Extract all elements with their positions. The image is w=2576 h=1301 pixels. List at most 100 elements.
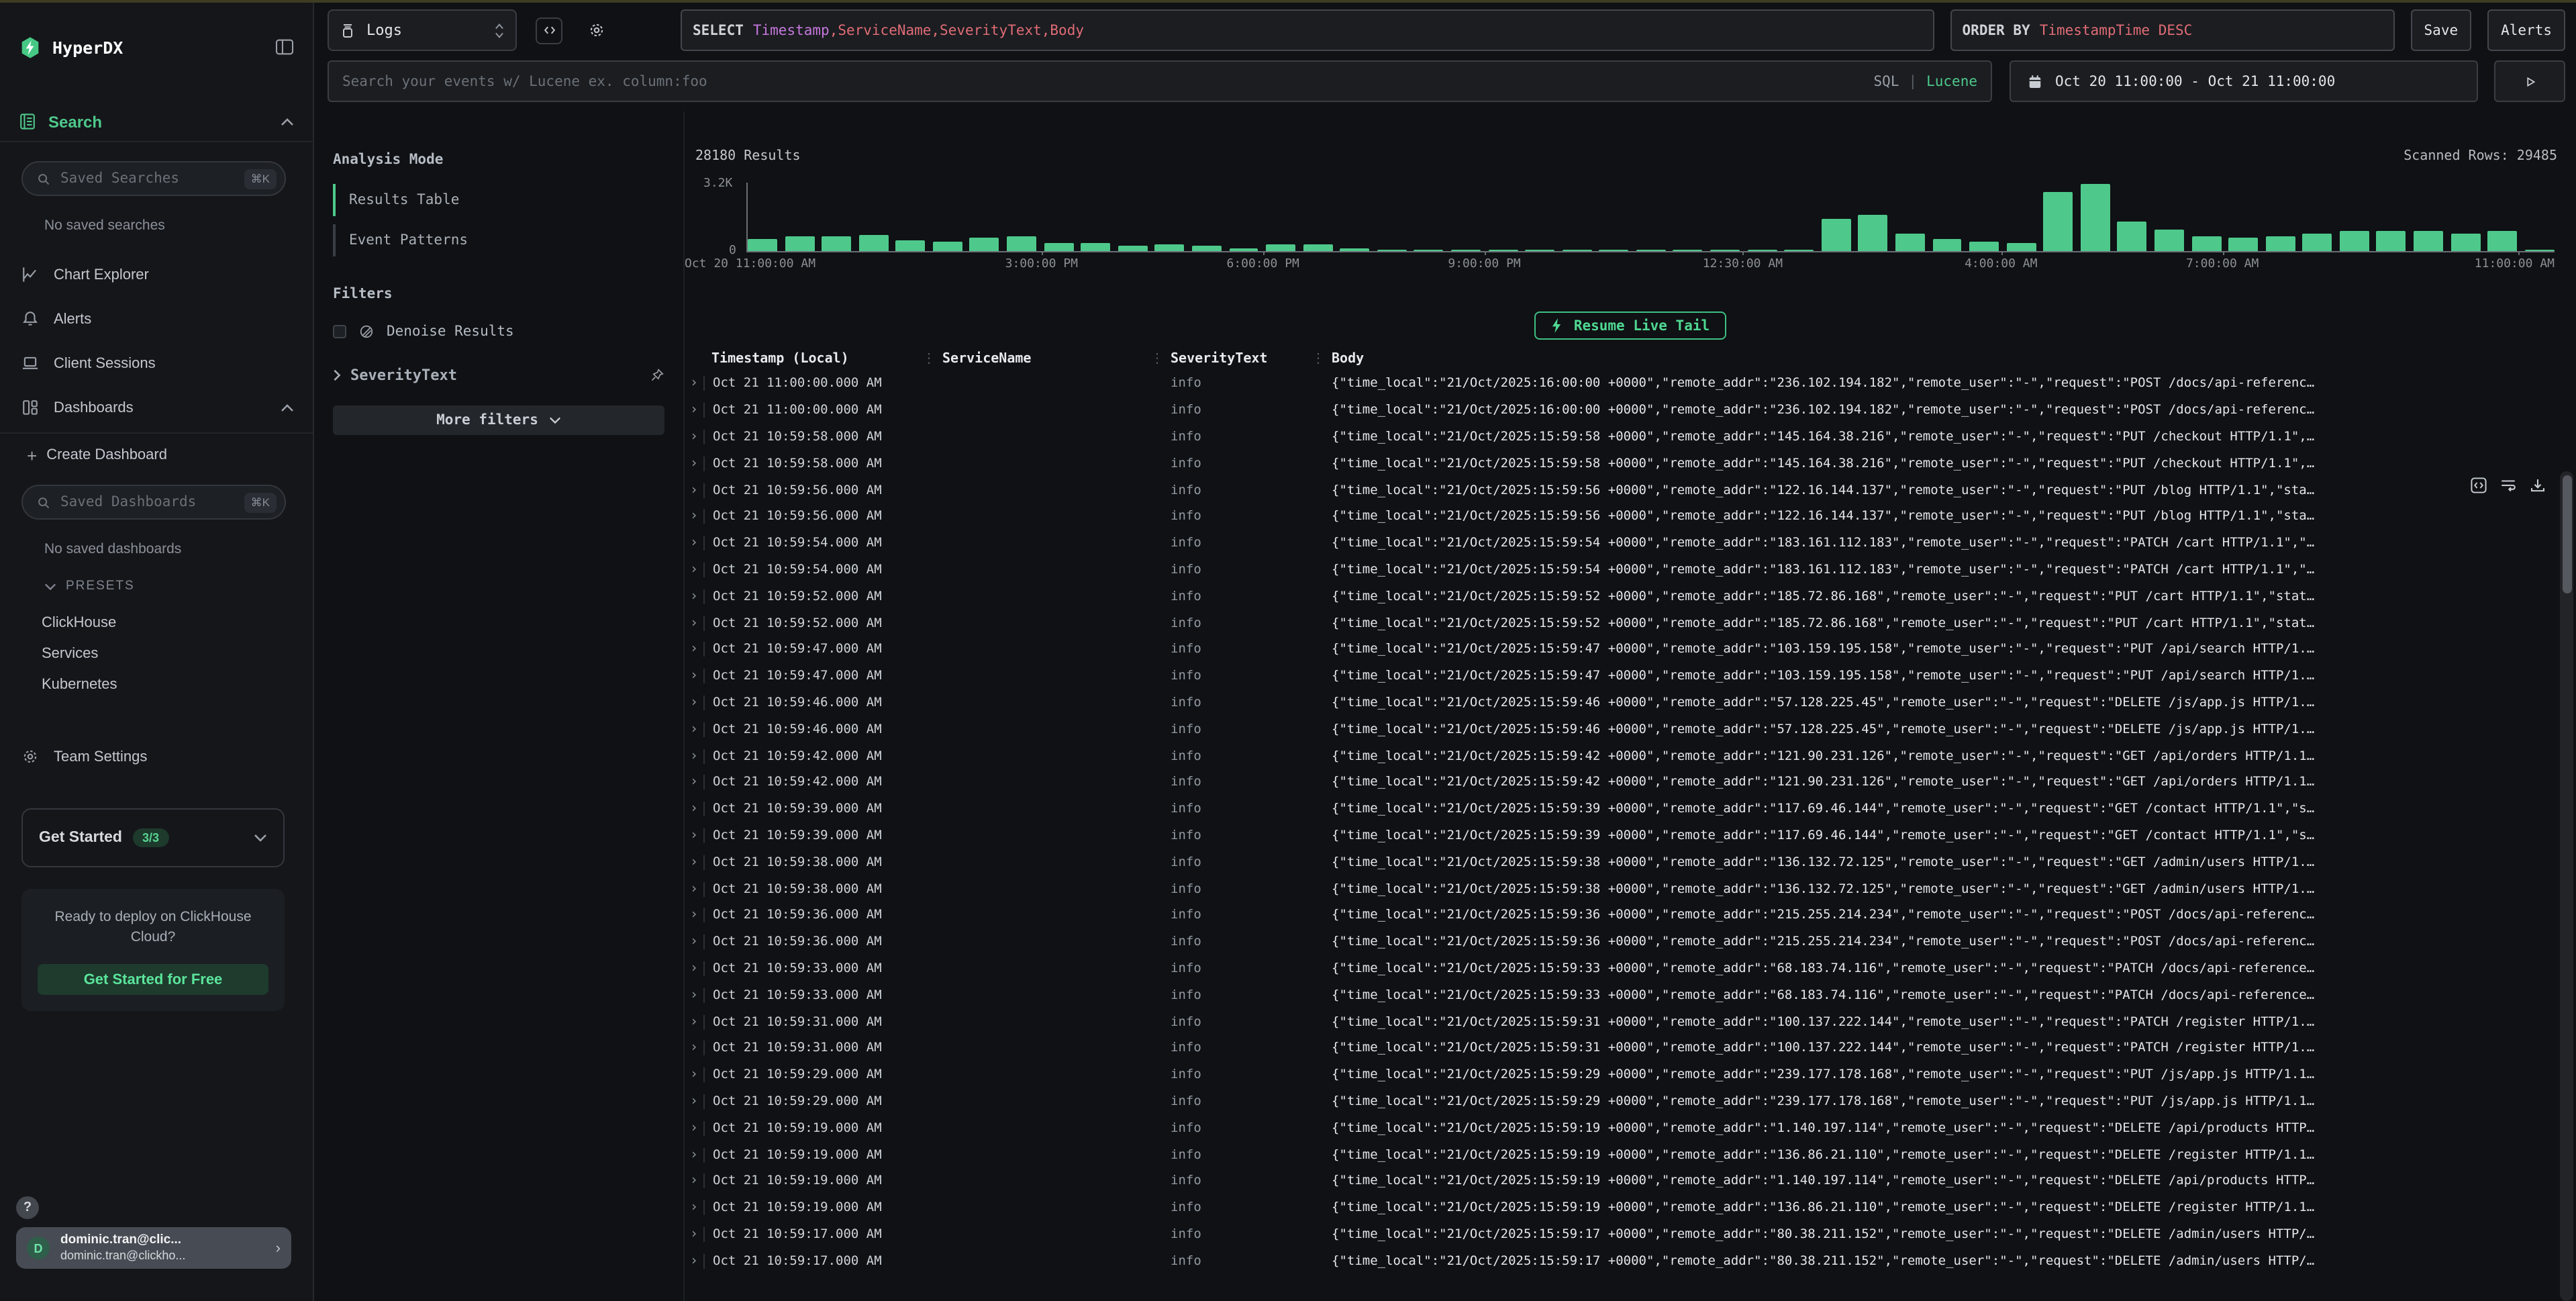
- histogram-bar[interactable]: [1340, 248, 1370, 251]
- sidebar-item-team-settings[interactable]: Team Settings: [0, 734, 313, 779]
- table-row[interactable]: Oct 21 10:59:29.000 AMinfo{"time_local":…: [685, 1061, 2576, 1088]
- row-expand-chevron-icon[interactable]: [685, 536, 703, 550]
- row-expand-chevron-icon[interactable]: [685, 1147, 703, 1162]
- table-row[interactable]: Oct 21 10:59:47.000 AMinfo{"time_local":…: [685, 663, 2576, 690]
- row-expand-chevron-icon[interactable]: [685, 1174, 703, 1189]
- histogram-bar[interactable]: [2043, 192, 2073, 251]
- histogram-bar[interactable]: [1007, 236, 1036, 251]
- chevron-up-icon[interactable]: [281, 117, 294, 126]
- histogram-bar[interactable]: [858, 235, 888, 251]
- order-by-input[interactable]: ORDER BYTimestampTime DESC: [1950, 9, 2395, 51]
- column-resize-handle[interactable]: ⋮: [1150, 351, 1164, 366]
- histogram-bar[interactable]: [1229, 248, 1258, 251]
- histogram-bar[interactable]: [2081, 184, 2110, 251]
- mode-event-patterns[interactable]: Event Patterns: [333, 224, 664, 256]
- table-row[interactable]: Oct 21 10:59:36.000 AMinfo{"time_local":…: [685, 902, 2576, 929]
- row-expand-chevron-icon[interactable]: [685, 642, 703, 657]
- sidebar-item-kubernetes[interactable]: Kubernetes: [0, 669, 313, 700]
- save-button[interactable]: Save: [2411, 9, 2472, 51]
- row-expand-chevron-icon[interactable]: [685, 403, 703, 418]
- histogram-bar[interactable]: [933, 242, 962, 251]
- user-menu[interactable]: D dominic.tran@clic... dominic.tran@clic…: [16, 1227, 291, 1269]
- table-scrollbar[interactable]: [2560, 471, 2573, 1301]
- time-range-picker[interactable]: Oct 20 11:00:00 - Oct 21 11:00:00: [2010, 60, 2478, 102]
- row-expand-chevron-icon[interactable]: [685, 881, 703, 896]
- mode-lucene-toggle[interactable]: Lucene: [1926, 73, 1977, 89]
- histogram-bar[interactable]: [1710, 250, 1740, 251]
- table-row[interactable]: Oct 21 10:59:42.000 AMinfo{"time_local":…: [685, 742, 2576, 769]
- table-row[interactable]: Oct 21 10:59:38.000 AMinfo{"time_local":…: [685, 849, 2576, 876]
- row-expand-chevron-icon[interactable]: [685, 1014, 703, 1029]
- histogram-bar[interactable]: [2487, 231, 2517, 251]
- histogram-bar[interactable]: [1747, 250, 1777, 251]
- table-row[interactable]: Oct 21 10:59:46.000 AMinfo{"time_local":…: [685, 716, 2576, 743]
- table-row[interactable]: Oct 21 10:59:38.000 AMinfo{"time_local":…: [685, 875, 2576, 902]
- histogram-bar[interactable]: [1859, 215, 1888, 251]
- row-expand-chevron-icon[interactable]: [685, 722, 703, 737]
- chevron-up-icon[interactable]: [281, 403, 294, 412]
- column-header-servicename[interactable]: ServiceName: [942, 351, 1031, 366]
- table-row[interactable]: Oct 21 10:59:19.000 AMinfo{"time_local":…: [685, 1168, 2576, 1195]
- histogram-bar[interactable]: [2340, 231, 2369, 251]
- table-row[interactable]: Oct 21 10:59:58.000 AMinfo{"time_local":…: [685, 424, 2576, 450]
- row-expand-chevron-icon[interactable]: [685, 695, 703, 710]
- table-row[interactable]: Oct 21 11:00:00.000 AMinfo{"time_local":…: [685, 397, 2576, 424]
- pin-icon[interactable]: [650, 368, 664, 383]
- row-expand-chevron-icon[interactable]: [685, 1227, 703, 1242]
- histogram-bar[interactable]: [2191, 236, 2221, 251]
- severity-filter-group[interactable]: SeverityText: [333, 367, 664, 384]
- source-select[interactable]: Logs: [328, 9, 517, 51]
- denoise-results-checkbox-row[interactable]: Denoise Results: [333, 324, 664, 340]
- histogram-bar[interactable]: [1969, 242, 1999, 251]
- help-button[interactable]: ?: [16, 1196, 39, 1219]
- histogram-bar[interactable]: [1932, 239, 1962, 251]
- histogram-bar[interactable]: [1266, 244, 1295, 251]
- table-row[interactable]: Oct 21 10:59:47.000 AMinfo{"time_local":…: [685, 636, 2576, 663]
- download-icon[interactable]: [2529, 477, 2546, 494]
- search-input[interactable]: [342, 73, 1863, 89]
- row-expand-chevron-icon[interactable]: [685, 987, 703, 1002]
- row-expand-chevron-icon[interactable]: [685, 775, 703, 790]
- saved-searches-field[interactable]: [60, 171, 235, 187]
- histogram-bar[interactable]: [2450, 234, 2480, 251]
- column-header-timestamp[interactable]: Timestamp (Local): [711, 351, 849, 366]
- row-expand-chevron-icon[interactable]: [685, 1120, 703, 1135]
- table-row[interactable]: Oct 21 10:59:54.000 AMinfo{"time_local":…: [685, 530, 2576, 557]
- histogram-bar[interactable]: [2377, 231, 2406, 251]
- histogram-bar[interactable]: [2525, 250, 2555, 251]
- histogram-bar[interactable]: [1784, 250, 1814, 251]
- table-row[interactable]: Oct 21 10:59:33.000 AMinfo{"time_local":…: [685, 955, 2576, 982]
- code-brackets-icon[interactable]: [2470, 477, 2487, 494]
- saved-dashboards-field[interactable]: [60, 494, 235, 510]
- histogram-bar[interactable]: [1192, 246, 1222, 251]
- column-header-severitytext[interactable]: SeverityText: [1171, 351, 1268, 366]
- more-filters-button[interactable]: More filters: [333, 405, 664, 435]
- histogram-bar[interactable]: [1155, 244, 1185, 251]
- histogram-bar[interactable]: [1118, 246, 1148, 251]
- histogram-bar[interactable]: [1303, 244, 1332, 251]
- table-row[interactable]: Oct 21 10:59:56.000 AMinfo{"time_local":…: [685, 503, 2576, 530]
- event-search-box[interactable]: SQL | Lucene: [328, 60, 1992, 102]
- row-expand-chevron-icon[interactable]: [685, 855, 703, 869]
- row-expand-chevron-icon[interactable]: [685, 563, 703, 577]
- table-row[interactable]: Oct 21 10:59:19.000 AMinfo{"time_local":…: [685, 1141, 2576, 1168]
- table-row[interactable]: Oct 21 11:00:00.000 AMinfo{"time_local":…: [685, 371, 2576, 397]
- sidebar-item-chart-explorer[interactable]: Chart Explorer: [0, 252, 313, 297]
- row-expand-chevron-icon[interactable]: [685, 1041, 703, 1056]
- mode-sql-toggle[interactable]: SQL: [1874, 73, 1899, 89]
- histogram-bar[interactable]: [1081, 243, 1110, 251]
- row-expand-chevron-icon[interactable]: [685, 908, 703, 923]
- histogram-bar[interactable]: [2006, 243, 2036, 251]
- histogram-bar[interactable]: [1562, 250, 1591, 251]
- table-row[interactable]: Oct 21 10:59:29.000 AMinfo{"time_local":…: [685, 1088, 2576, 1115]
- table-row[interactable]: Oct 21 10:59:31.000 AMinfo{"time_local":…: [685, 1035, 2576, 1062]
- row-expand-chevron-icon[interactable]: [685, 430, 703, 444]
- histogram-bar[interactable]: [1377, 250, 1407, 251]
- histogram-bar[interactable]: [1414, 250, 1444, 251]
- table-row[interactable]: Oct 21 10:59:52.000 AMinfo{"time_local":…: [685, 610, 2576, 636]
- row-expand-chevron-icon[interactable]: [685, 828, 703, 843]
- get-started-card[interactable]: Get Started 3/3: [21, 808, 285, 867]
- row-expand-chevron-icon[interactable]: [685, 1067, 703, 1082]
- select-query-input[interactable]: SELECTTimestamp,ServiceName,SeverityText…: [681, 9, 1934, 51]
- saved-dashboards-input[interactable]: ⌘K: [21, 485, 286, 520]
